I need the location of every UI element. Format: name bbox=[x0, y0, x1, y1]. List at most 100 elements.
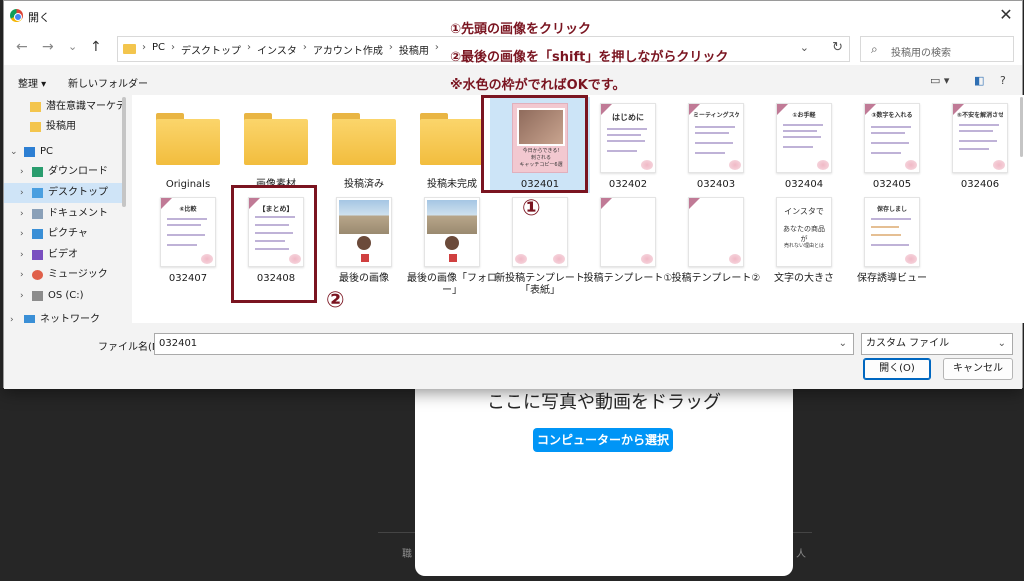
desktop-icon bbox=[32, 188, 43, 198]
thumbnail-title: ①お手軽 bbox=[792, 112, 816, 119]
nav-item-videos[interactable]: › ビデオ bbox=[4, 245, 122, 265]
filename-input[interactable]: 032401 ⌄ bbox=[154, 333, 854, 355]
folder-icon bbox=[244, 113, 308, 165]
chevron-right-icon[interactable]: › bbox=[20, 204, 24, 224]
thumbnail-title: ⑥比較 bbox=[179, 206, 197, 213]
breadcrumb-sep: › bbox=[434, 42, 439, 53]
thumbnail-title: はじめに bbox=[612, 113, 644, 122]
nav-item-network[interactable]: › ネットワーク bbox=[4, 310, 122, 323]
open-button[interactable]: 開く(O) bbox=[863, 358, 931, 380]
nav-item-os-drive[interactable]: › OS (C:) bbox=[4, 286, 122, 306]
select-from-computer-button[interactable]: コンピューターから選択 bbox=[533, 428, 673, 452]
chevron-down-icon[interactable]: ⌄ bbox=[10, 142, 18, 162]
file-name: 投稿テンプレート① bbox=[583, 273, 673, 284]
file-name: 032403 bbox=[696, 179, 736, 190]
music-icon bbox=[32, 270, 43, 280]
nav-item-desktop[interactable]: › デスクトップ bbox=[4, 183, 122, 203]
upload-card: ここに写真や動画をドラッグ コンピューターから選択 bbox=[415, 372, 793, 576]
image-thumbnail: ⑥比較 bbox=[160, 197, 216, 267]
chevron-right-icon[interactable]: › bbox=[20, 224, 24, 244]
chevron-right-icon[interactable]: › bbox=[20, 286, 24, 306]
file-name: Originals bbox=[165, 179, 211, 190]
nav-item-music[interactable]: › ミュージック bbox=[4, 265, 122, 285]
image-thumbnail: ⑤不安を解消させる bbox=[952, 103, 1008, 173]
file-name: 最後の画像「フォロー」 bbox=[407, 273, 497, 296]
background-fragment: 職 bbox=[402, 549, 412, 560]
chevron-down-icon[interactable]: ⌄ bbox=[800, 41, 809, 54]
image-thumbnail bbox=[424, 197, 480, 267]
chevron-right-icon[interactable]: › bbox=[20, 162, 24, 182]
nav-item-folder[interactable]: 潜在意識マーケティ bbox=[4, 97, 122, 117]
background-divider bbox=[792, 532, 812, 533]
folder-icon bbox=[156, 113, 220, 165]
chevron-down-icon[interactable]: ⌄ bbox=[839, 334, 847, 354]
recent-locations-icon[interactable]: ⌄ bbox=[68, 39, 77, 55]
thumbnail-title: ⑤不安を解消させる bbox=[957, 112, 1003, 119]
view-options-icon[interactable]: ▭ ▾ bbox=[930, 74, 949, 87]
nav-item-label: ピクチャ bbox=[48, 228, 88, 239]
folder-icon bbox=[30, 122, 41, 132]
close-button[interactable]: ✕ bbox=[996, 5, 1016, 25]
breadcrumb-item[interactable]: PC bbox=[152, 42, 165, 57]
nav-item-label: ドキュメント bbox=[48, 208, 108, 219]
thumbnail-title: ③数字を入れる bbox=[871, 112, 913, 119]
nav-item-folder[interactable]: 投稿用 bbox=[4, 117, 122, 137]
breadcrumb-sep: › bbox=[142, 42, 146, 53]
instruction-step2: ②最後の画像を「shift」を押しながらクリック bbox=[450, 50, 729, 65]
nav-item-documents[interactable]: › ドキュメント bbox=[4, 204, 122, 224]
marker-2: ② bbox=[326, 288, 345, 313]
search-input[interactable]: ⌕ 投稿用の検索 bbox=[860, 36, 1014, 62]
image-thumbnail: ③数字を入れる bbox=[864, 103, 920, 173]
image-thumbnail: インスタで あなたの商品が 売れない理由とは bbox=[776, 197, 832, 267]
up-icon[interactable]: ↑ bbox=[90, 39, 102, 55]
chevron-right-icon[interactable]: › bbox=[20, 265, 24, 285]
search-icon: ⌕ bbox=[871, 42, 878, 56]
nav-scrollbar[interactable] bbox=[122, 97, 126, 207]
instruction-note: ※水色の枠がでればOKです。 bbox=[450, 78, 626, 93]
nav-item-downloads[interactable]: › ダウンロード bbox=[4, 162, 122, 182]
file-name: 新投稿テンプレート「表紙」 bbox=[495, 273, 585, 296]
navigation-pane: 潜在意識マーケティ 投稿用 ⌄ PC › ダウンロード › デスクトップ › ド… bbox=[4, 95, 130, 323]
file-name: 032407 bbox=[168, 273, 208, 284]
help-icon[interactable]: ? bbox=[1000, 74, 1006, 87]
breadcrumb-item[interactable]: インスタ bbox=[257, 42, 297, 57]
background-fragment: 人 bbox=[796, 549, 806, 560]
image-thumbnail: はじめに bbox=[600, 103, 656, 173]
cancel-button[interactable]: キャンセル bbox=[943, 358, 1013, 380]
organize-button[interactable]: 整理 ▾ bbox=[18, 75, 46, 90]
chevron-right-icon[interactable]: › bbox=[20, 183, 24, 203]
image-thumbnail bbox=[688, 197, 744, 267]
chrome-icon bbox=[10, 9, 23, 22]
search-placeholder: 投稿用の検索 bbox=[891, 48, 951, 59]
file-name: 投稿テンプレート② bbox=[671, 273, 761, 284]
network-icon bbox=[24, 315, 35, 323]
new-folder-button[interactable]: 新しいフォルダー bbox=[68, 75, 148, 90]
file-list-scrollbar[interactable] bbox=[1020, 97, 1023, 157]
thumbnail-text: 売れない理由とは bbox=[783, 243, 824, 249]
breadcrumb-item[interactable]: アカウント作成 bbox=[313, 42, 383, 57]
chevron-down-icon: ⌄ bbox=[997, 338, 1006, 349]
image-thumbnail: 保存しまし bbox=[864, 197, 920, 267]
back-icon[interactable]: ← bbox=[16, 39, 28, 55]
file-name: 文字の大きさ bbox=[774, 273, 834, 284]
nav-item-label: ネットワーク bbox=[40, 314, 100, 323]
nav-item-pc[interactable]: ⌄ PC bbox=[4, 142, 122, 162]
thumbnail-text: インスタで bbox=[784, 207, 824, 216]
chevron-right-icon[interactable]: › bbox=[10, 310, 14, 323]
preview-pane-icon[interactable]: ◧ bbox=[974, 74, 984, 87]
download-icon bbox=[32, 167, 43, 177]
video-icon bbox=[32, 250, 43, 260]
chevron-right-icon[interactable]: › bbox=[20, 245, 24, 265]
breadcrumb-item[interactable]: 投稿用 bbox=[399, 42, 429, 57]
forward-icon[interactable]: → bbox=[42, 39, 54, 55]
file-type-select[interactable]: カスタム ファイル ⌄ bbox=[861, 333, 1013, 355]
folder-icon bbox=[123, 44, 136, 54]
image-thumbnail: ①お手軽 bbox=[776, 103, 832, 173]
refresh-icon[interactable]: ↻ bbox=[832, 40, 843, 55]
image-thumbnail: ミーティングスケール bbox=[688, 103, 744, 173]
file-name: 投稿済み bbox=[344, 179, 384, 190]
nav-item-pictures[interactable]: › ピクチャ bbox=[4, 224, 122, 244]
breadcrumb-sep: › bbox=[302, 42, 307, 53]
breadcrumb-item[interactable]: デスクトップ bbox=[181, 42, 241, 57]
file-name: 032405 bbox=[872, 179, 912, 190]
